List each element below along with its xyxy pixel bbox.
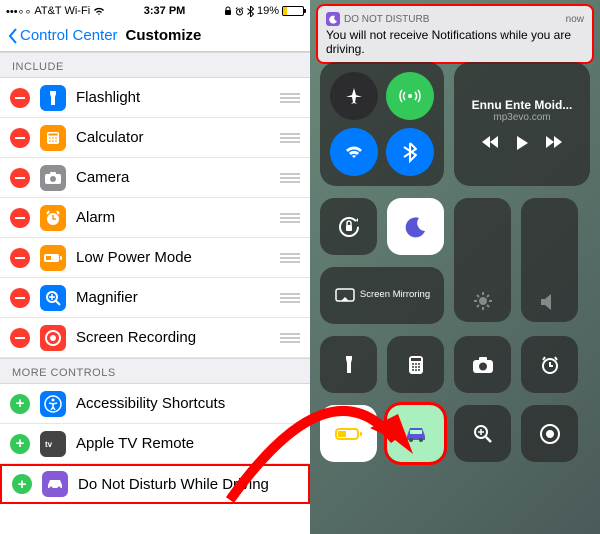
drag-handle-icon[interactable]	[280, 293, 300, 303]
dnd-notification[interactable]: DO NOT DISTURB now You will not receive …	[316, 4, 594, 64]
svg-text:tv: tv	[45, 440, 53, 449]
alarm-icon	[235, 7, 244, 16]
brightness-slider[interactable]	[454, 198, 511, 322]
airplane-toggle[interactable]	[330, 72, 378, 120]
cellular-toggle[interactable]	[386, 72, 434, 120]
clock: 3:37 PM	[144, 5, 186, 17]
page-title: Customize	[126, 27, 202, 44]
remove-button[interactable]	[10, 208, 30, 228]
remove-button[interactable]	[10, 288, 30, 308]
row-label: Camera	[76, 169, 280, 186]
notif-app: DO NOT DISTURB	[344, 14, 429, 25]
row-screen-recording[interactable]: Screen Recording	[0, 318, 310, 358]
drag-handle-icon[interactable]	[280, 253, 300, 263]
volume-slider[interactable]	[521, 198, 578, 322]
next-track-icon[interactable]	[545, 135, 563, 151]
prev-track-icon[interactable]	[481, 135, 499, 151]
carrier-label: AT&T Wi-Fi	[34, 5, 90, 17]
row-low-power[interactable]: Low Power Mode	[0, 238, 310, 278]
drag-handle-icon[interactable]	[280, 133, 300, 143]
battery-icon	[282, 6, 304, 16]
remove-button[interactable]	[10, 128, 30, 148]
row-label: Apple TV Remote	[76, 435, 300, 452]
section-more: MORE CONTROLS	[0, 358, 310, 384]
signal-icon: •••∘∘	[6, 5, 31, 18]
low-power-toggle[interactable]	[320, 405, 377, 462]
row-apple-tv[interactable]: + tv Apple TV Remote	[0, 424, 310, 464]
flashlight-toggle[interactable]	[320, 336, 377, 393]
mirror-label: Screen Mirroring	[360, 290, 430, 300]
remove-button[interactable]	[10, 88, 30, 108]
dnd-toggle[interactable]	[387, 198, 444, 255]
row-dnd-driving[interactable]: + Do Not Disturb While Driving	[0, 464, 310, 504]
bluetooth-icon	[247, 6, 254, 17]
row-alarm[interactable]: Alarm	[0, 198, 310, 238]
camera-icon	[40, 165, 66, 191]
back-button[interactable]: Control Center	[8, 27, 118, 44]
drag-handle-icon[interactable]	[280, 213, 300, 223]
alarm-clock-icon	[40, 205, 66, 231]
row-label: Do Not Disturb While Driving	[78, 476, 298, 493]
row-camera[interactable]: Camera	[0, 158, 310, 198]
calculator-toggle[interactable]	[387, 336, 444, 393]
drag-handle-icon[interactable]	[280, 173, 300, 183]
magnifier-icon	[40, 285, 66, 311]
moon-icon	[326, 12, 340, 26]
screen-record-toggle[interactable]	[521, 405, 578, 462]
row-accessibility[interactable]: + Accessibility Shortcuts	[0, 384, 310, 424]
apple-tv-icon: tv	[40, 431, 66, 457]
control-center-screen: DO NOT DISTURB now You will not receive …	[310, 0, 600, 534]
battery-low-icon	[40, 245, 66, 271]
remove-button[interactable]	[10, 328, 30, 348]
row-label: Calculator	[76, 129, 280, 146]
car-icon	[42, 471, 68, 497]
dnd-driving-toggle[interactable]	[387, 405, 444, 462]
row-label: Magnifier	[76, 289, 280, 306]
bluetooth-toggle[interactable]	[386, 128, 434, 176]
nav-bar: Control Center Customize	[0, 20, 310, 52]
camera-toggle[interactable]	[454, 336, 511, 393]
row-label: Accessibility Shortcuts	[76, 395, 300, 412]
notif-time: now	[566, 14, 584, 25]
calculator-icon	[40, 125, 66, 151]
record-icon	[40, 325, 66, 351]
rotation-lock-toggle[interactable]	[320, 198, 377, 255]
music-subtitle: mp3evo.com	[493, 112, 550, 123]
back-label: Control Center	[20, 27, 118, 44]
connectivity-panel[interactable]	[320, 62, 444, 186]
music-panel[interactable]: Ennu Ente Moid... mp3evo.com	[454, 62, 590, 186]
alarm-toggle[interactable]	[521, 336, 578, 393]
row-label: Flashlight	[76, 89, 280, 106]
add-button[interactable]: +	[10, 434, 30, 454]
music-title: Ennu Ente Moid...	[472, 98, 573, 112]
remove-button[interactable]	[10, 248, 30, 268]
settings-screen: •••∘∘ AT&T Wi-Fi 3:37 PM 19%	[0, 0, 310, 534]
section-include: INCLUDE	[0, 52, 310, 78]
remove-button[interactable]	[10, 168, 30, 188]
magnifier-toggle[interactable]	[454, 405, 511, 462]
play-icon[interactable]	[515, 135, 529, 151]
row-label: Alarm	[76, 209, 280, 226]
battery-percent: 19%	[257, 5, 279, 17]
flashlight-icon	[40, 85, 66, 111]
drag-handle-icon[interactable]	[280, 93, 300, 103]
screen-mirroring-button[interactable]: Screen Mirroring	[320, 267, 444, 324]
drag-handle-icon[interactable]	[280, 333, 300, 343]
wifi-icon	[93, 7, 105, 16]
notif-body: You will not receive Notifications while…	[326, 28, 584, 56]
add-button[interactable]: +	[10, 394, 30, 414]
row-calculator[interactable]: Calculator	[0, 118, 310, 158]
row-magnifier[interactable]: Magnifier	[0, 278, 310, 318]
lock-icon	[224, 6, 232, 16]
row-label: Low Power Mode	[76, 249, 280, 266]
chevron-left-icon	[8, 28, 18, 44]
wifi-toggle[interactable]	[330, 128, 378, 176]
row-label: Screen Recording	[76, 329, 280, 346]
status-bar: •••∘∘ AT&T Wi-Fi 3:37 PM 19%	[0, 0, 310, 20]
accessibility-icon	[40, 391, 66, 417]
row-flashlight[interactable]: Flashlight	[0, 78, 310, 118]
add-button[interactable]: +	[12, 474, 32, 494]
